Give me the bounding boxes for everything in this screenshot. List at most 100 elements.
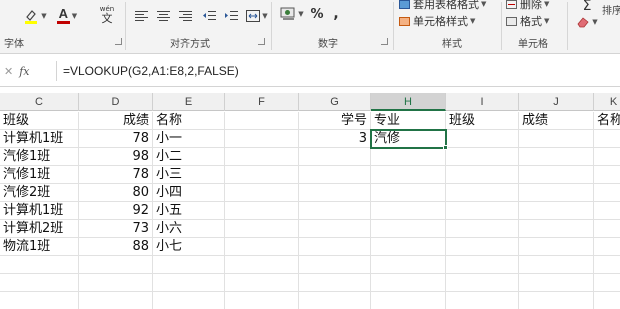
cell[interactable] [299, 292, 371, 309]
cell[interactable] [299, 238, 371, 256]
font-color-dropdown-icon[interactable]: ▼ [72, 12, 77, 20]
column-header-K[interactable]: K [594, 93, 620, 111]
cell[interactable] [594, 220, 620, 238]
cell[interactable]: 小七 [153, 238, 225, 256]
cell[interactable] [371, 292, 446, 309]
cell[interactable] [299, 274, 371, 292]
cell[interactable] [594, 292, 620, 309]
cell[interactable]: 成绩 [79, 112, 153, 130]
cell[interactable] [371, 238, 446, 256]
merge-center-button[interactable]: ▼ [244, 6, 270, 26]
cell[interactable]: 73 [79, 220, 153, 238]
cell[interactable]: 小五 [153, 202, 225, 220]
cell[interactable]: 小一 [153, 130, 225, 148]
align-center-button[interactable] [153, 6, 173, 26]
cell[interactable] [519, 166, 594, 184]
cell[interactable] [225, 112, 299, 130]
column-header-D[interactable]: D [79, 93, 153, 111]
cell[interactable] [519, 130, 594, 148]
cell[interactable]: 小三 [153, 166, 225, 184]
cell[interactable] [225, 256, 299, 274]
cell[interactable] [225, 274, 299, 292]
cell[interactable]: 92 [79, 202, 153, 220]
cell[interactable]: 80 [79, 184, 153, 202]
cell[interactable] [153, 274, 225, 292]
cell[interactable] [299, 184, 371, 202]
cell[interactable] [519, 220, 594, 238]
cell[interactable]: 78 [79, 130, 153, 148]
cell[interactable] [371, 148, 446, 166]
cell[interactable]: 小六 [153, 220, 225, 238]
cell[interactable] [446, 130, 519, 148]
cell[interactable] [519, 238, 594, 256]
comma-style-button[interactable]: , [328, 4, 344, 24]
cell-styles-dropdown-icon[interactable]: ▼ [470, 17, 475, 25]
cell[interactable]: 计算机2班 [0, 220, 79, 238]
cell[interactable] [299, 202, 371, 220]
cell[interactable] [371, 274, 446, 292]
cell[interactable] [446, 292, 519, 309]
cell[interactable] [225, 148, 299, 166]
column-header-F[interactable]: F [225, 93, 299, 111]
increase-indent-button[interactable] [221, 6, 241, 26]
cell[interactable] [446, 220, 519, 238]
column-header-E[interactable]: E [153, 93, 225, 111]
alignment-dialog-launcher[interactable] [258, 38, 265, 45]
cell[interactable] [594, 274, 620, 292]
column-header-C[interactable]: C [0, 93, 79, 111]
cell[interactable] [0, 292, 79, 309]
delete-dropdown-icon[interactable]: ▼ [544, 0, 549, 8]
cell[interactable] [594, 148, 620, 166]
cell[interactable] [299, 148, 371, 166]
table-format-dropdown-icon[interactable]: ▼ [481, 0, 486, 8]
cell[interactable]: 班级 [446, 112, 519, 130]
cell[interactable] [594, 238, 620, 256]
merge-dropdown-icon[interactable]: ▼ [262, 12, 267, 20]
cell-styles-button[interactable]: 单元格样式 ▼ [399, 11, 495, 31]
cell[interactable] [225, 220, 299, 238]
cell[interactable] [446, 184, 519, 202]
cancel-icon[interactable]: ✕ [4, 65, 13, 78]
cell[interactable] [0, 256, 79, 274]
cell[interactable]: 专业 [371, 112, 446, 130]
cell[interactable]: 计算机1班 [0, 130, 79, 148]
cell[interactable] [371, 184, 446, 202]
clear-button[interactable]: ▼ [574, 12, 600, 32]
cell[interactable] [594, 184, 620, 202]
cell[interactable]: 学号 [299, 112, 371, 130]
cell[interactable] [519, 274, 594, 292]
cell[interactable] [519, 184, 594, 202]
cell[interactable] [519, 148, 594, 166]
font-dialog-launcher[interactable] [115, 38, 122, 45]
decrease-indent-button[interactable] [199, 6, 219, 26]
cell[interactable] [446, 148, 519, 166]
cell[interactable]: 名称 [153, 112, 225, 130]
cell[interactable]: 成绩 [519, 112, 594, 130]
cell[interactable] [299, 256, 371, 274]
cell[interactable] [446, 238, 519, 256]
cell[interactable] [519, 256, 594, 274]
cell[interactable] [446, 202, 519, 220]
cell[interactable] [225, 202, 299, 220]
align-right-button[interactable] [175, 6, 195, 26]
cell[interactable] [519, 292, 594, 309]
format-cells-button[interactable]: 格式 ▼ [506, 11, 562, 31]
cell[interactable] [446, 256, 519, 274]
cell[interactable]: 汽修1班 [0, 148, 79, 166]
cell[interactable] [594, 130, 620, 148]
align-left-button[interactable] [131, 6, 151, 26]
cell[interactable]: 计算机1班 [0, 202, 79, 220]
active-cell[interactable]: 汽修 [370, 129, 447, 149]
highlight-color-button[interactable]: ▼ [22, 6, 48, 26]
cell[interactable] [371, 256, 446, 274]
column-header-G[interactable]: G [299, 93, 371, 111]
accounting-dropdown-icon[interactable]: ▼ [298, 10, 303, 18]
cell[interactable] [79, 292, 153, 309]
cell[interactable] [594, 202, 620, 220]
cell[interactable]: 88 [79, 238, 153, 256]
column-header-H[interactable]: H [371, 93, 446, 111]
highlight-dropdown-icon[interactable]: ▼ [41, 12, 46, 20]
cell[interactable] [594, 256, 620, 274]
cell[interactable] [225, 238, 299, 256]
formula-input[interactable] [56, 61, 616, 81]
